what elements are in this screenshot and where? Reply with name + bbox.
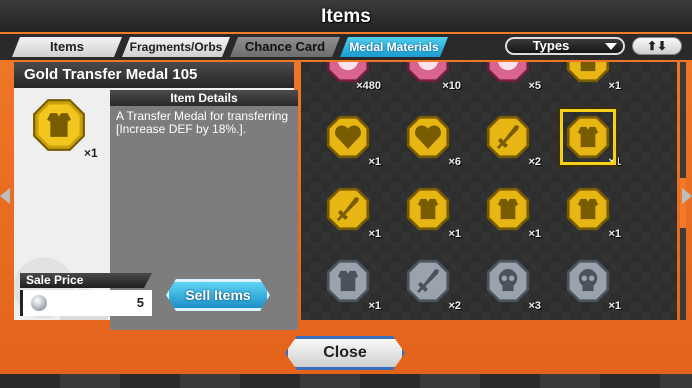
silver-armor-medal-icon (326, 259, 370, 303)
medal-quantity: ×480 (356, 80, 381, 92)
chevron-down-icon (605, 43, 617, 50)
window-title: Items (321, 6, 371, 27)
medal-slot[interactable]: ×1 (397, 178, 461, 242)
medal-slot[interactable]: ×1 (557, 62, 621, 94)
close-button[interactable]: Close (285, 336, 405, 370)
medal-slot[interactable]: ×6 (397, 106, 461, 170)
medal-quantity: ×5 (528, 80, 541, 92)
item-name: Gold Transfer Medal 105 (14, 62, 294, 88)
tab-items[interactable]: Items (12, 37, 122, 57)
gold-armor-medal-icon (566, 187, 610, 231)
medal-quantity: ×1 (368, 156, 381, 168)
medal-slot[interactable]: ×10 (397, 62, 461, 94)
types-dropdown[interactable]: Types (505, 37, 625, 55)
medal-slot[interactable]: ×2 (397, 250, 461, 314)
medal-quantity: ×1 (368, 228, 381, 240)
item-quantity: ×1 (84, 146, 98, 160)
gold-armor-medal-icon (486, 187, 530, 231)
medal-quantity: ×1 (368, 300, 381, 312)
tab-chance-card[interactable]: Chance Card (230, 37, 340, 57)
medal-quantity: ×1 (608, 228, 621, 240)
gold-sword-medal-icon (486, 115, 530, 159)
title-bar: Items (0, 0, 692, 34)
medal-slot[interactable]: ×480 (317, 62, 381, 94)
sale-price-box: 5 (20, 290, 152, 316)
medal-quantity: ×3 (528, 300, 541, 312)
silver-skull-medal-icon (486, 259, 530, 303)
medal-slot[interactable]: ×1 (557, 178, 621, 242)
gold-armor-medal-icon (406, 187, 450, 231)
medal-slot[interactable]: ×2 (477, 106, 541, 170)
gold-heart-medal-icon (406, 115, 450, 159)
medal-slot[interactable]: ×1 (317, 250, 381, 314)
medal-quantity: ×2 (448, 300, 461, 312)
silver-skull-medal-icon (566, 259, 610, 303)
silver-sword-medal-icon (406, 259, 450, 303)
tab-fragments-orbs[interactable]: Fragments/Orbs (122, 37, 230, 57)
medal-slot[interactable]: ×1 (477, 178, 541, 242)
sale-price-label: Sale Price (20, 273, 152, 288)
medal-quantity: ×1 (448, 228, 461, 240)
medal-grid: ×480 ×10 ×5 ×1 ×1 ×6 ×2 ×1 ×1 ×1 ×1 ×1 ×1 ×2 ×3 ×1 (301, 62, 677, 320)
medal-slot[interactable]: ×1 (317, 106, 381, 170)
sale-price-value: 5 (136, 295, 144, 310)
medal-slot[interactable]: ×1 (317, 178, 381, 242)
pink-medal-icon (486, 62, 530, 83)
medal-slot[interactable]: ×3 (477, 250, 541, 314)
selected-highlight (560, 109, 616, 165)
medal-quantity: ×2 (528, 156, 541, 168)
medal-quantity: ×1 (528, 228, 541, 240)
medal-quantity: ×1 (608, 80, 621, 92)
medal-quantity: ×1 (608, 300, 621, 312)
medal-slot[interactable]: ×5 (477, 62, 541, 94)
tab-medal-materials[interactable]: Medal Materials (340, 37, 448, 57)
gold-armor-medal-icon (566, 62, 610, 83)
gold-armor-medal-icon (33, 99, 85, 151)
types-dropdown-label: Types (532, 38, 570, 53)
gold-sword-medal-icon (326, 187, 370, 231)
sell-items-button[interactable]: Sell Items (166, 279, 270, 311)
medal-quantity: ×6 (448, 156, 461, 168)
medal-quantity: ×10 (442, 80, 461, 92)
sort-order-button[interactable]: ⬆⬇ (632, 37, 682, 55)
coin-icon (31, 295, 47, 311)
medal-slot[interactable]: ×1 (557, 250, 621, 314)
gold-heart-medal-icon (326, 115, 370, 159)
item-details-header: Item Details (110, 90, 298, 106)
